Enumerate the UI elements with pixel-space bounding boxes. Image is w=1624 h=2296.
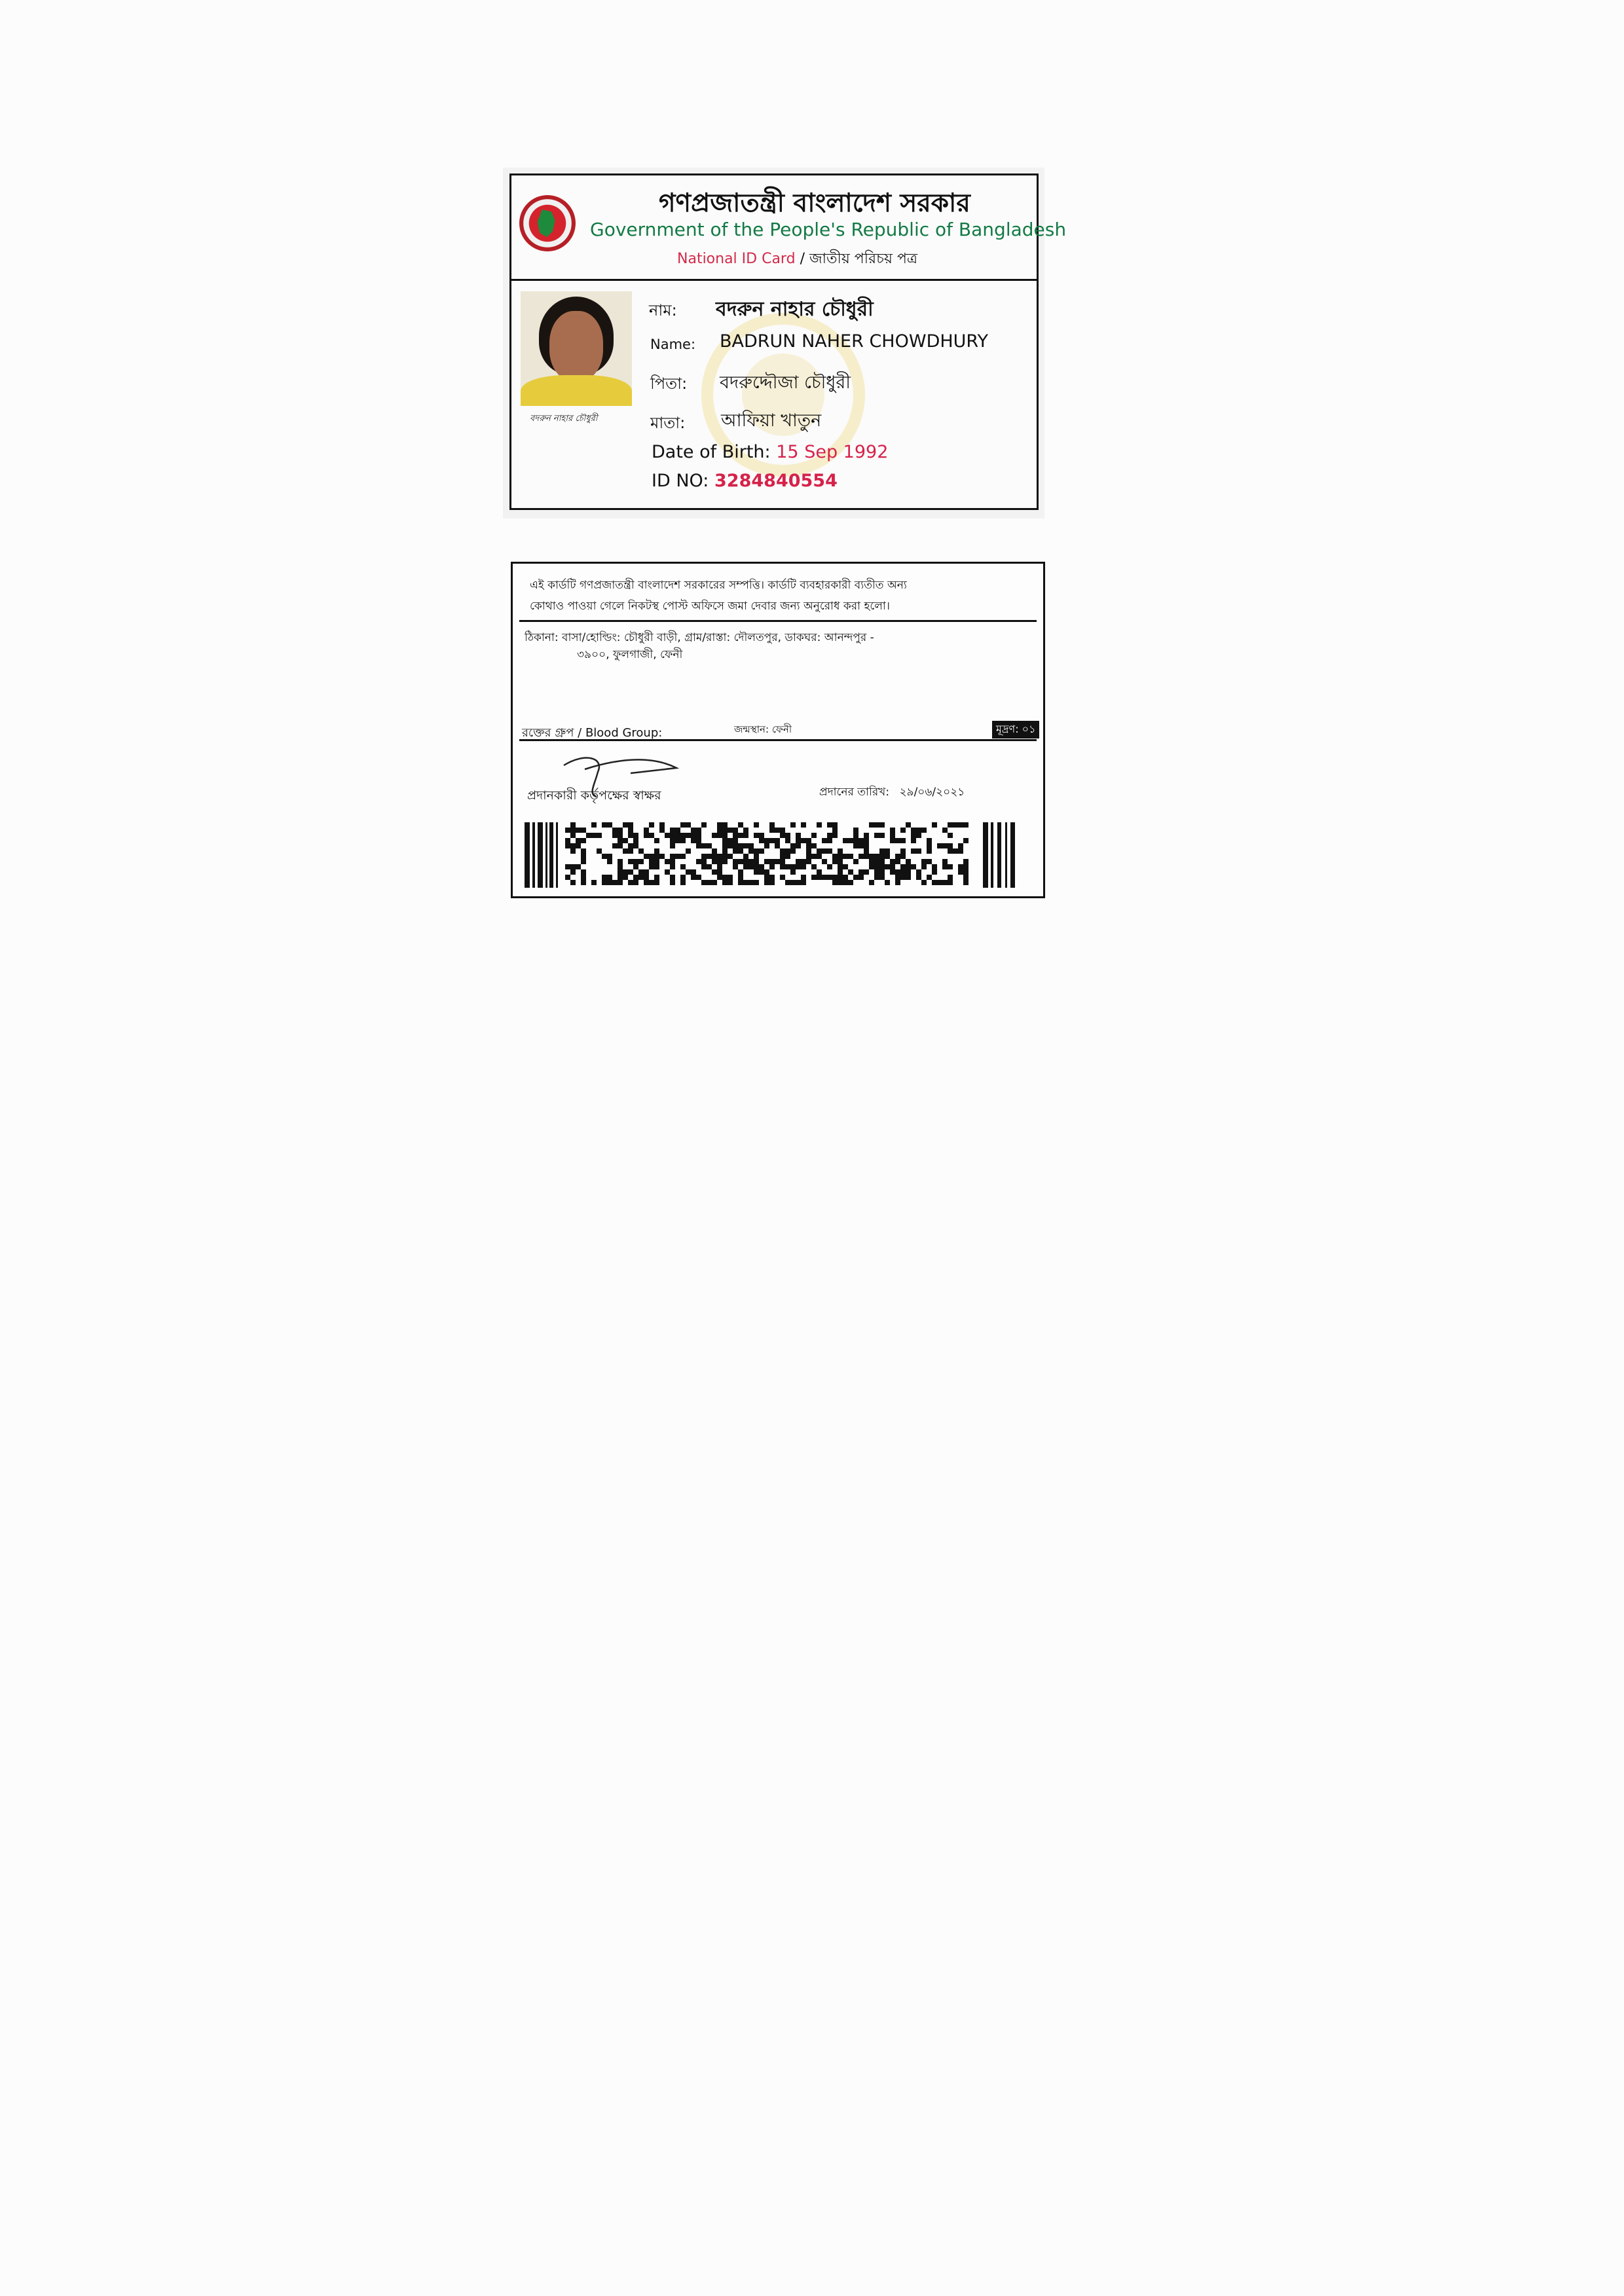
notice-line-2: কোথাও পাওয়া গেলে নিকটস্থ পোস্ট অফিসে জম… [530,600,890,613]
issue-date-label: প্রদানের তারিখ: [819,786,890,799]
name-en-label: Name: [650,337,696,352]
id-number: 3284840554 [714,471,838,491]
name-bn-value: বদরুন নাহার চৌধুরী [716,298,874,321]
print-code-box: মূদ্রণ: ০১ [992,721,1040,738]
pdf417-barcode [525,822,1022,888]
mother-label: মাতা: [650,414,686,432]
name-en-value: BADRUN NAHER CHOWDHURY [720,331,988,352]
header-english: Government of the People's Republic of B… [590,219,1067,240]
info-divider [519,739,1037,741]
birthplace: জন্মস্থান: ফেনী [734,723,792,735]
dob-label: Date of Birth: [652,442,771,462]
notice-divider [519,620,1037,622]
father-value: বদরুদ্দৌজা চৌধুরী [720,373,851,393]
nid-back-card: এই কার্ডটি গণপ্রজাতন্ত্রী বাংলাদেশ সরকার… [511,562,1045,898]
father-label: পিতা: [650,374,688,393]
id-row: ID NO: 3284840554 [652,471,838,491]
name-bn-label: নাম: [649,301,677,319]
authority-signature-label: প্রদানকারী কর্তৃপক্ষের স্বাক্ষর [527,788,661,803]
address-line-2: ৩৯০০, ফুলগাজী, ফেনী [577,648,683,661]
barcode-data-modules [565,822,971,888]
holder-signature: বদরুন নাহার চৌধুরী [530,414,598,424]
header-divider [511,279,1037,281]
card-type-bangla: জাতীয় পরিচয় পত্র [809,251,918,267]
card-type-english: National ID Card [677,251,796,267]
card-type: National ID Card / জাতীয় পরিচয় পত্র [677,247,917,272]
dob-value: 15 Sep 1992 [776,442,889,462]
issue-date-value: ২৯/০৬/২০২১ [899,786,965,799]
mother-value: আফিয়া খাতুন [721,410,822,431]
bangladesh-emblem-icon [519,195,576,251]
issue-date-row: প্রদানের তারিখ: ২৯/০৬/২০২১ [819,784,965,802]
card-type-separator: / [800,251,805,267]
address-line-1: ঠিকানা: বাসা/হোল্ডিং: চৌধুরী বাড়ী, গ্রা… [525,631,874,644]
notice-line-1: এই কার্ডটি গণপ্রজাতন্ত্রী বাংলাদেশ সরকার… [530,579,907,592]
nid-front-card: গণপ্রজাতন্ত্রী বাংলাদেশ সরকার Government… [509,173,1066,510]
bangladesh-map-icon [537,210,555,237]
dob-row: Date of Birth: 15 Sep 1992 [652,442,888,462]
id-label: ID NO: [652,471,709,491]
holder-photo [521,291,632,406]
